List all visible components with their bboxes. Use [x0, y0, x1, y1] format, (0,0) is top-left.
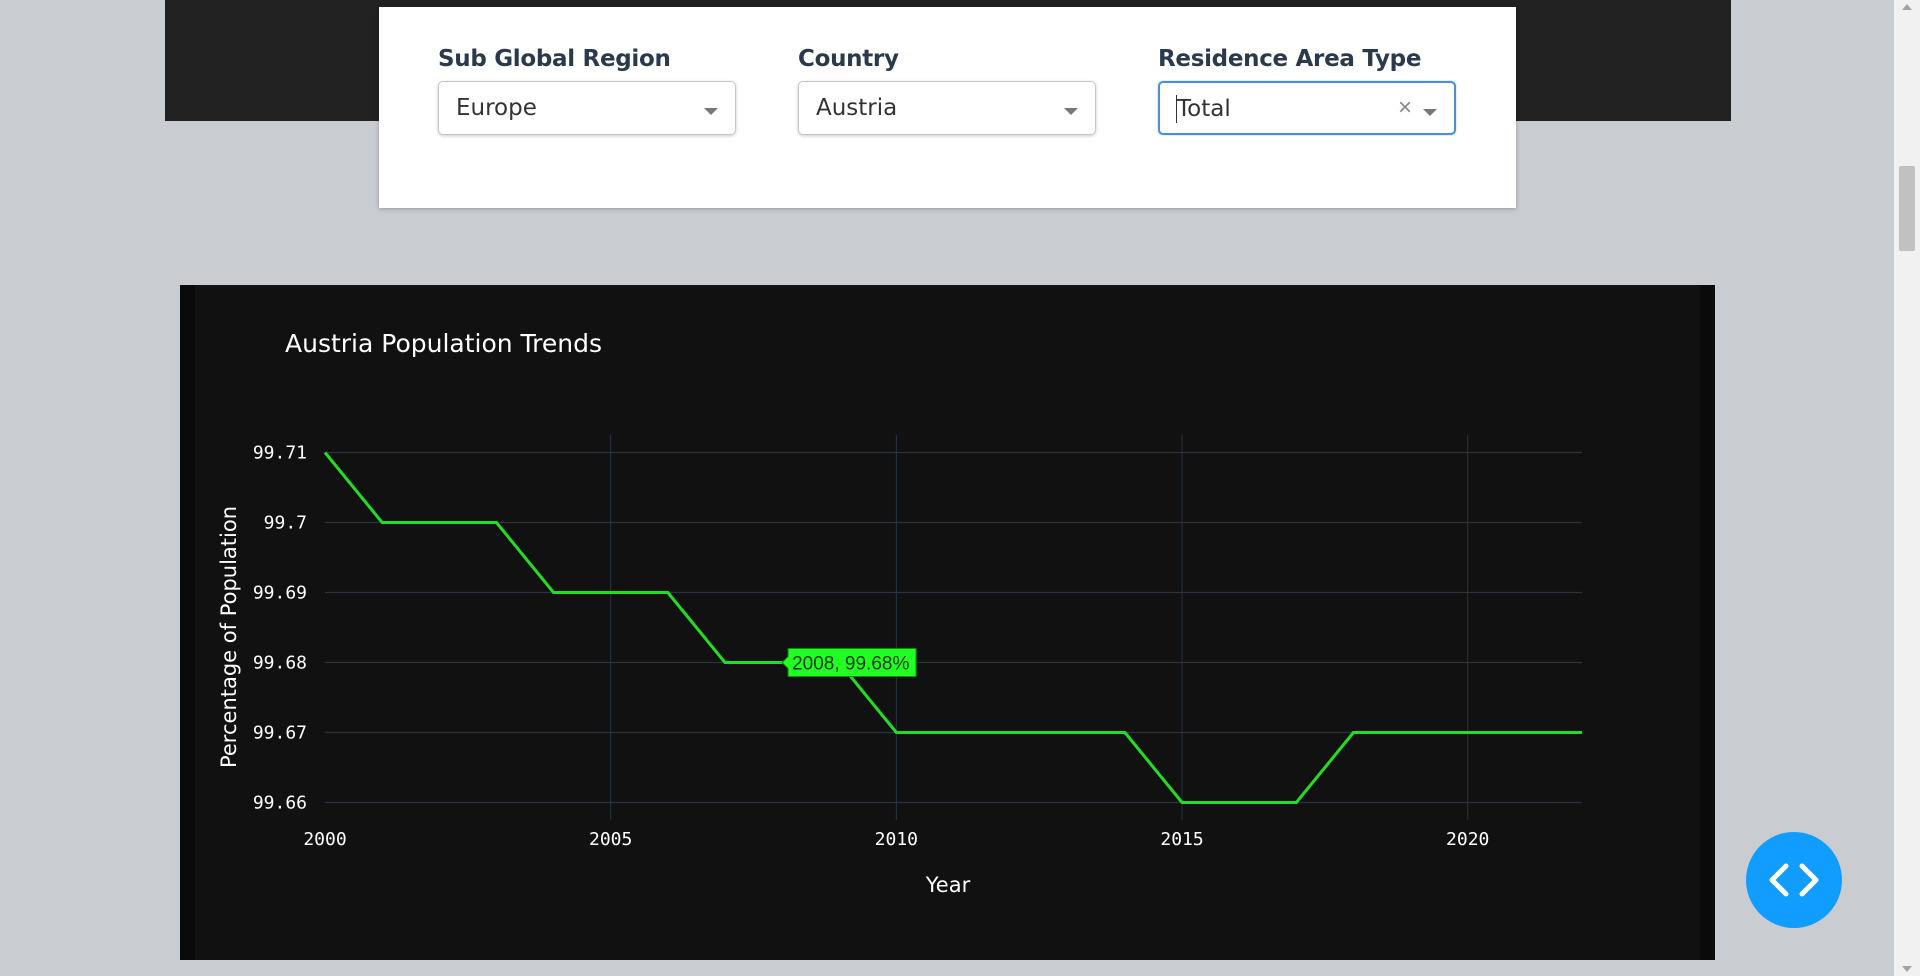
selected-value: Total [1177, 96, 1231, 122]
chevron-down-icon[interactable] [1423, 109, 1437, 116]
y-tick-label: 99.69 [253, 583, 307, 604]
y-axis-label: Percentage of Population [217, 506, 241, 768]
grid-layer [325, 435, 1582, 820]
tooltip-label: 2008, 99.68% [792, 654, 909, 675]
x-tick-label: 2010 [875, 829, 918, 850]
chart-card: Austria Population Trends 2000 2005 2010 20… [180, 285, 1715, 960]
code-icon [1769, 863, 1819, 897]
y-tick-label: 99.67 [253, 723, 307, 744]
scroll-down-arrow-icon[interactable] [1902, 966, 1912, 972]
chevron-down-icon[interactable] [704, 108, 718, 115]
filter-label: Residence Area Type [1158, 46, 1422, 72]
selected-value: Europe [456, 95, 537, 121]
page-scrollbar[interactable] [1894, 0, 1920, 976]
hover-tooltip: 2008, 99.68% [781, 648, 917, 677]
filter-residence-area-type: Residence Area Type Total × [1158, 44, 1458, 135]
x-tick-label: 2015 [1160, 829, 1203, 850]
y-tick-label: 99.7 [264, 513, 307, 534]
filter-panel: Sub Global Region Europe Country Austria… [379, 7, 1516, 208]
chart-title: Austria Population Trends [285, 329, 602, 358]
filter-label: Sub Global Region [438, 46, 671, 72]
tick-layer: 2000 2005 2010 2015 2020 99.71 99.7 99.69 99.68 9… [253, 443, 1490, 851]
x-tick-label: 2005 [589, 829, 632, 850]
residence-area-type-dropdown[interactable]: Total × [1158, 81, 1456, 135]
country-dropdown[interactable]: Austria [798, 81, 1096, 135]
chevron-down-icon[interactable] [1064, 108, 1078, 115]
filter-label: Country [798, 46, 899, 72]
population-trend-chart[interactable]: Austria Population Trends 2000 2005 2010 20… [195, 285, 1700, 960]
chart-container: Austria Population Trends 2000 2005 2010 20… [195, 285, 1700, 960]
scroll-thumb[interactable] [1899, 166, 1915, 251]
y-tick-label: 99.71 [253, 443, 307, 464]
code-toggle-button[interactable] [1746, 832, 1842, 928]
scroll-up-arrow-icon[interactable] [1902, 4, 1912, 10]
y-tick-label: 99.66 [253, 793, 307, 814]
clear-icon[interactable]: × [1398, 93, 1412, 123]
y-tick-label: 99.68 [253, 653, 307, 674]
filter-sub-global-region: Sub Global Region Europe [438, 44, 738, 135]
sub-global-region-dropdown[interactable]: Europe [438, 81, 736, 135]
x-axis-label: Year [925, 873, 971, 897]
x-tick-label: 2020 [1446, 829, 1489, 850]
series-line[interactable] [323, 451, 1582, 804]
x-tick-label: 2000 [303, 829, 346, 850]
filter-country: Country Austria [798, 44, 1098, 135]
selected-value: Austria [816, 95, 898, 121]
